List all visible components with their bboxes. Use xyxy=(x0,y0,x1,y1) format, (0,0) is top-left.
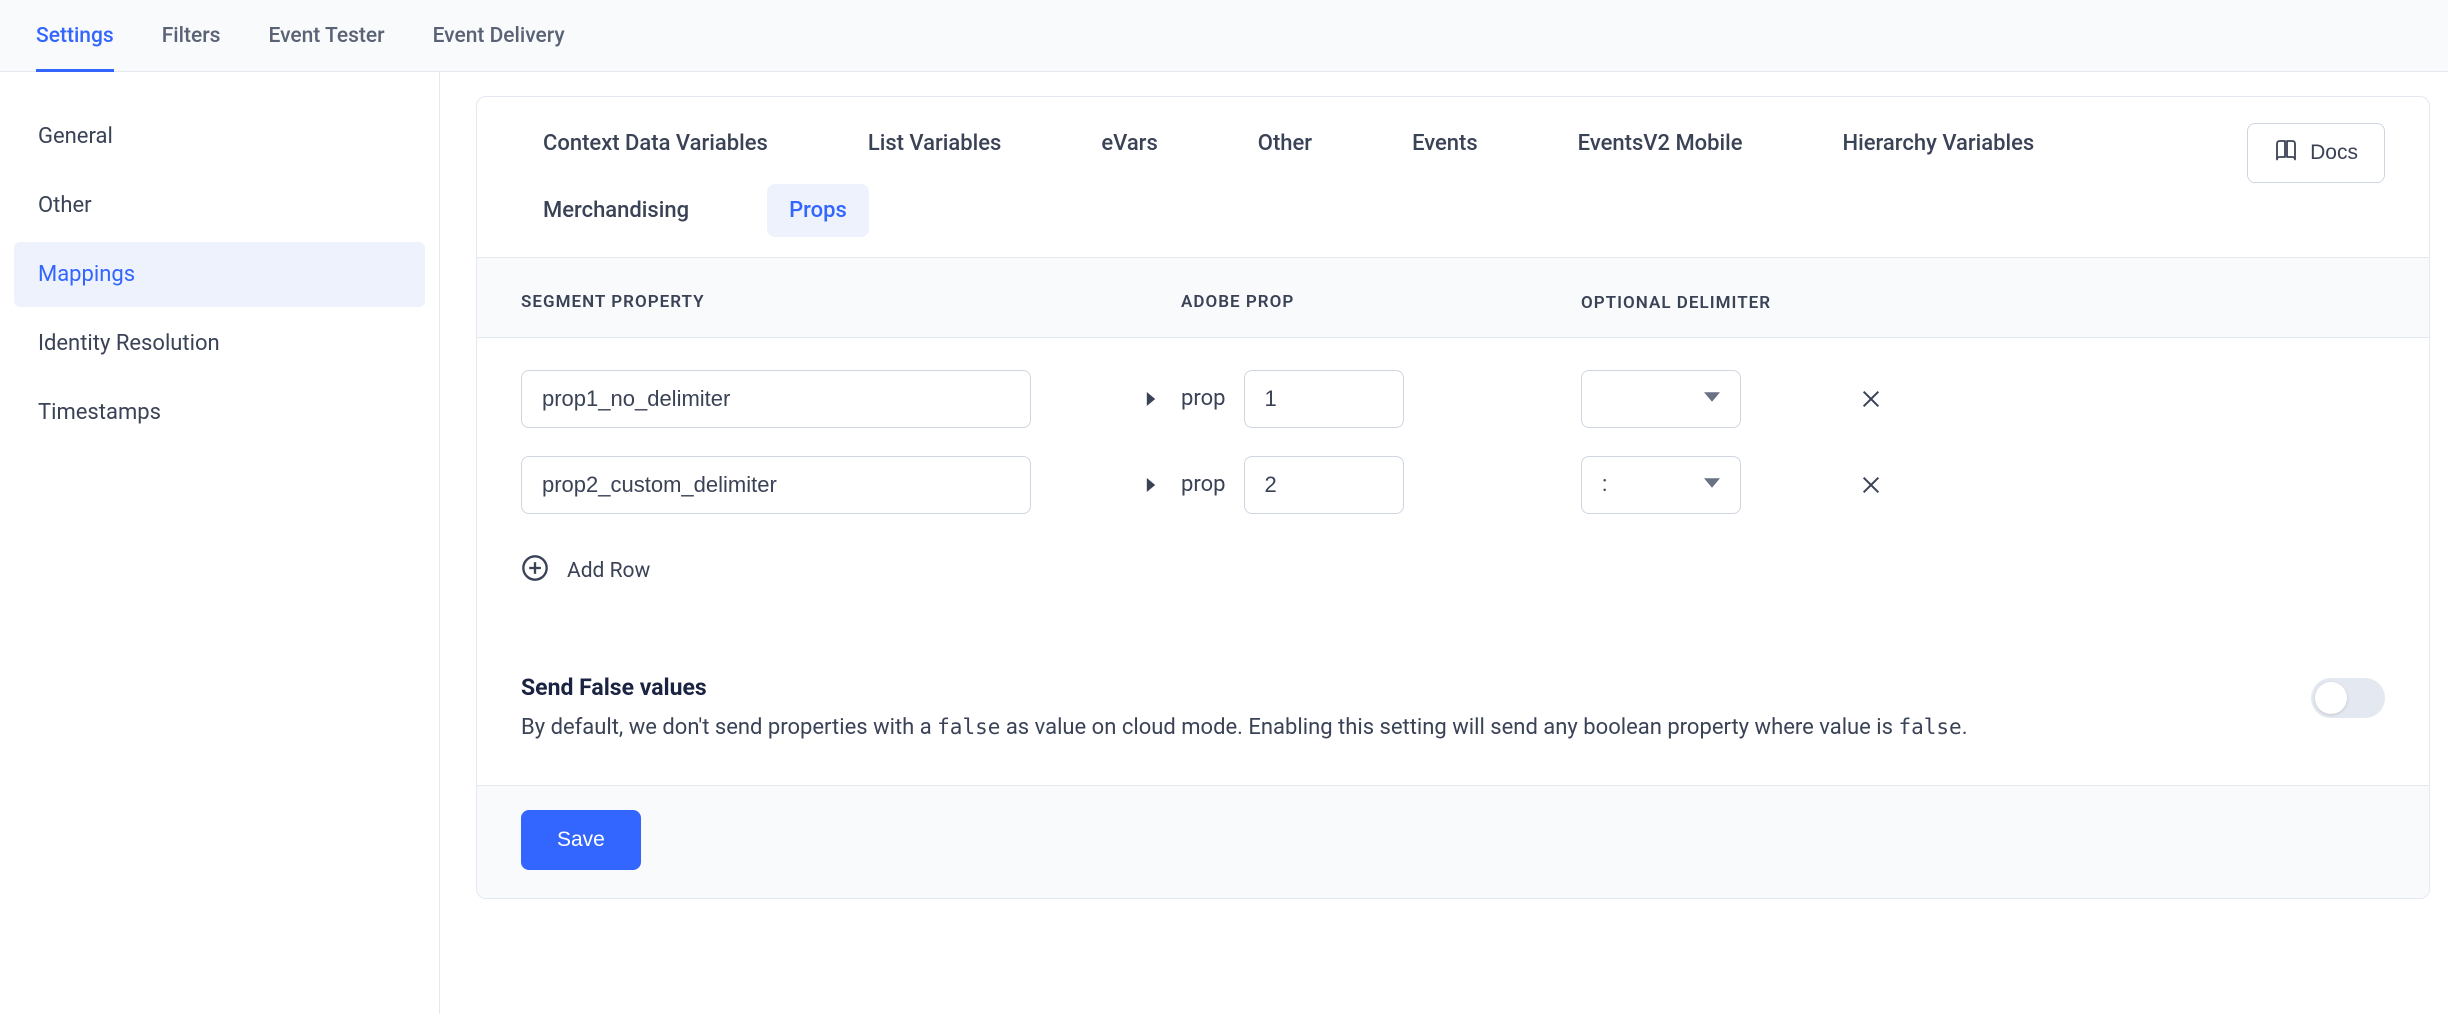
mapping-row: prop : xyxy=(521,442,2385,528)
plus-circle-icon xyxy=(521,554,549,588)
section-tab-hierarchy-variables[interactable]: Hierarchy Variables xyxy=(1821,117,2057,170)
delimiter-value: : xyxy=(1602,470,1607,500)
rows: prop xyxy=(477,338,2429,536)
send-false-toggle[interactable] xyxy=(2311,678,2385,718)
section-tab-other[interactable]: Other xyxy=(1236,117,1334,170)
send-false-title: Send False values xyxy=(521,674,2271,701)
tab-event-tester[interactable]: Event Tester xyxy=(268,0,384,71)
prop-prefix: prop xyxy=(1181,386,1226,411)
col-header-segment-property: SEGMENT PROPERTY xyxy=(521,292,1121,315)
docs-label: Docs xyxy=(2310,141,2358,165)
book-icon xyxy=(2274,138,2298,168)
delimiter-select[interactable] xyxy=(1581,370,1741,428)
col-header-adobe-prop: ADOBE PROP xyxy=(1181,292,1581,315)
arrow-icon xyxy=(1121,392,1181,406)
chevron-down-icon xyxy=(1704,384,1720,414)
arrow-icon xyxy=(1121,478,1181,492)
section-tab-merchandising[interactable]: Merchandising xyxy=(521,184,711,237)
sidebar: General Other Mappings Identity Resoluti… xyxy=(0,72,440,1014)
sidebar-item-identity-resolution[interactable]: Identity Resolution xyxy=(14,311,425,376)
sidebar-item-general[interactable]: General xyxy=(14,104,425,169)
segment-property-input[interactable] xyxy=(521,370,1031,428)
column-headers: SEGMENT PROPERTY ADOBE PROP OPTIONAL DEL… xyxy=(477,257,2429,338)
section-head: Context Data Variables List Variables eV… xyxy=(477,97,2429,237)
main: Context Data Variables List Variables eV… xyxy=(440,72,2448,1014)
section-tab-evars[interactable]: eVars xyxy=(1079,117,1179,170)
mapping-row: prop xyxy=(521,356,2385,442)
section-tab-props[interactable]: Props xyxy=(767,184,869,237)
prop-number-input[interactable] xyxy=(1244,456,1404,514)
chevron-down-icon xyxy=(1704,470,1720,500)
send-false-desc: By default, we don't send properties wit… xyxy=(521,711,2271,745)
sidebar-item-other[interactable]: Other xyxy=(14,173,425,238)
section-tab-list-variables[interactable]: List Variables xyxy=(846,117,1024,170)
mappings-panel: Context Data Variables List Variables eV… xyxy=(476,96,2430,899)
save-button[interactable]: Save xyxy=(521,810,641,870)
section-tab-eventsv2-mobile[interactable]: EventsV2 Mobile xyxy=(1556,117,1765,170)
col-header-optional-delimiter: OPTIONAL DELIMITER xyxy=(1581,292,1811,315)
send-false-section: Send False values By default, we don't s… xyxy=(477,618,2429,785)
remove-row-button[interactable] xyxy=(1841,474,1901,496)
section-tab-context-data-variables[interactable]: Context Data Variables xyxy=(521,117,790,170)
add-row-label: Add Row xyxy=(567,559,650,583)
tab-settings[interactable]: Settings xyxy=(36,0,114,71)
section-tabs: Context Data Variables List Variables eV… xyxy=(521,117,2223,237)
sidebar-item-timestamps[interactable]: Timestamps xyxy=(14,380,425,445)
tab-filters[interactable]: Filters xyxy=(162,0,221,71)
section-tab-events[interactable]: Events xyxy=(1390,117,1500,170)
prop-number-input[interactable] xyxy=(1244,370,1404,428)
delimiter-select[interactable]: : xyxy=(1581,456,1741,514)
docs-button[interactable]: Docs xyxy=(2247,123,2385,183)
add-row-button[interactable]: Add Row xyxy=(477,536,650,618)
top-tabs: Settings Filters Event Tester Event Deli… xyxy=(0,0,2448,72)
panel-footer: Save xyxy=(477,785,2429,898)
remove-row-button[interactable] xyxy=(1841,388,1901,410)
prop-prefix: prop xyxy=(1181,472,1226,497)
segment-property-input[interactable] xyxy=(521,456,1031,514)
tab-event-delivery[interactable]: Event Delivery xyxy=(433,0,565,71)
sidebar-item-mappings[interactable]: Mappings xyxy=(14,242,425,307)
